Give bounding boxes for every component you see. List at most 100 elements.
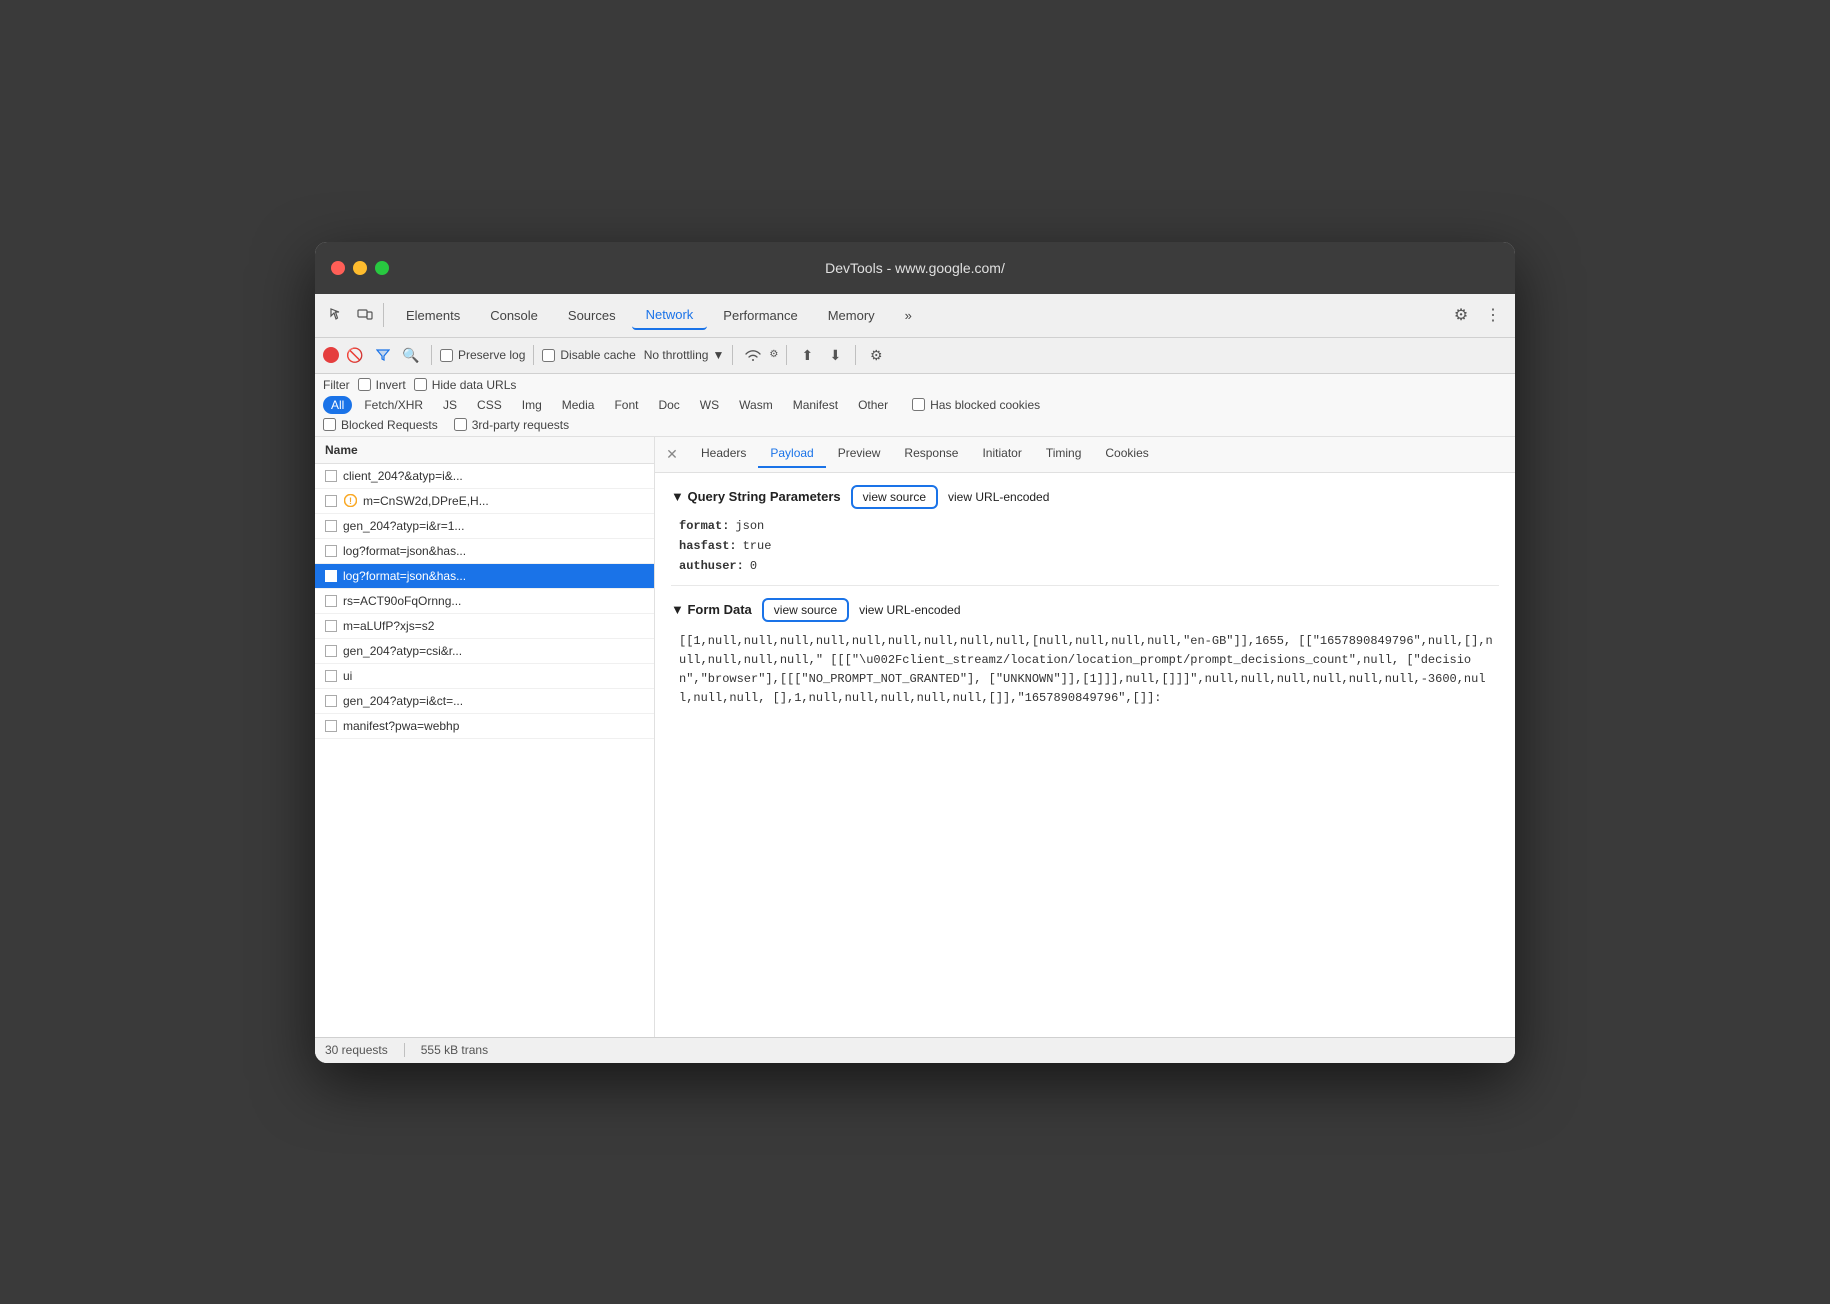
preserve-log-checkbox[interactable]: Preserve log	[440, 348, 525, 362]
record-button[interactable]	[323, 347, 339, 363]
traffic-lights	[331, 261, 389, 275]
filter-row1: Filter Invert Hide data URLs	[323, 378, 1507, 392]
request-item[interactable]: gen_204?atyp=csi&r...	[315, 639, 654, 664]
request-checkbox[interactable]	[325, 495, 337, 507]
query-view-url-encoded[interactable]: view URL-encoded	[948, 490, 1049, 504]
disable-cache-checkbox[interactable]: Disable cache	[542, 348, 635, 362]
minimize-button[interactable]	[353, 261, 367, 275]
filter-bar: Filter Invert Hide data URLs All Fetch/X…	[315, 374, 1515, 437]
details-content: ▼ Query String Parameters view source vi…	[655, 473, 1515, 1037]
device-toggle-icon[interactable]	[351, 301, 379, 329]
devtools-body: Elements Console Sources Network Perform…	[315, 294, 1515, 1063]
request-checkbox[interactable]	[325, 670, 337, 682]
filter-doc[interactable]: Doc	[650, 396, 687, 414]
request-item[interactable]: ui	[315, 664, 654, 689]
close-button[interactable]	[331, 261, 345, 275]
query-view-source-button[interactable]: view source	[851, 485, 938, 509]
element-picker-icon[interactable]	[323, 301, 351, 329]
request-item[interactable]: log?format=json&has...	[315, 539, 654, 564]
request-checkbox[interactable]	[325, 470, 337, 482]
filter-label: Filter	[323, 378, 350, 392]
request-item[interactable]: ! m=CnSW2d,DPreE,H...	[315, 489, 654, 514]
export-icon[interactable]: ⬇	[823, 343, 847, 367]
request-item[interactable]: rs=ACT90oFqOrnng...	[315, 589, 654, 614]
param-format: format: json	[671, 519, 1499, 533]
network-conditions-icon[interactable]: ⚙	[769, 350, 778, 360]
request-item[interactable]: m=aLUfP?xjs=s2	[315, 614, 654, 639]
nav-tabs: Elements Console Sources Network Perform…	[392, 301, 926, 330]
filter-font[interactable]: Font	[606, 396, 646, 414]
filter-type-row: All Fetch/XHR JS CSS Img Media Font Doc …	[323, 396, 1507, 414]
tab-network[interactable]: Network	[632, 301, 708, 330]
window-title: DevTools - www.google.com/	[825, 260, 1005, 276]
param-authuser: authuser: 0	[671, 559, 1499, 573]
filter-media[interactable]: Media	[554, 396, 603, 414]
close-details-button[interactable]: ✕	[663, 445, 681, 463]
requests-header: Name	[315, 437, 654, 464]
filter-css[interactable]: CSS	[469, 396, 510, 414]
filter-manifest[interactable]: Manifest	[785, 396, 846, 414]
tab-payload[interactable]: Payload	[758, 440, 825, 468]
filter-js[interactable]: JS	[435, 396, 465, 414]
filter-icon[interactable]	[371, 343, 395, 367]
hide-data-urls-checkbox[interactable]: Hide data URLs	[414, 378, 517, 392]
clear-icon[interactable]: 🚫	[343, 343, 367, 367]
request-checkbox[interactable]	[325, 620, 337, 632]
tab-console[interactable]: Console	[476, 302, 552, 329]
filter-fetch-xhr[interactable]: Fetch/XHR	[356, 396, 431, 414]
request-checkbox[interactable]	[325, 720, 337, 732]
request-checkbox[interactable]	[325, 570, 337, 582]
requests-list: client_204?&atyp=i&... ! m=CnSW2d,DPreE,…	[315, 464, 654, 1037]
invert-checkbox[interactable]: Invert	[358, 378, 406, 392]
wifi-icon[interactable]	[741, 343, 765, 367]
request-checkbox[interactable]	[325, 645, 337, 657]
filter-img[interactable]: Img	[514, 396, 550, 414]
filter-row3: Blocked Requests 3rd-party requests	[323, 418, 1507, 432]
tab-response[interactable]: Response	[892, 440, 970, 468]
blocked-requests-checkbox[interactable]: Blocked Requests	[323, 418, 438, 432]
search-icon[interactable]: 🔍	[399, 343, 423, 367]
name-col-header: Name	[325, 443, 358, 457]
filter-ws[interactable]: WS	[692, 396, 727, 414]
filter-wasm[interactable]: Wasm	[731, 396, 781, 414]
tab-sources[interactable]: Sources	[554, 302, 630, 329]
request-checkbox[interactable]	[325, 595, 337, 607]
import-icon[interactable]: ⬆	[795, 343, 819, 367]
request-item[interactable]: gen_204?atyp=i&ct=...	[315, 689, 654, 714]
toolbar2-divider-3	[732, 345, 733, 365]
tab-preview[interactable]: Preview	[826, 440, 893, 468]
request-item-selected[interactable]: log?format=json&has...	[315, 564, 654, 589]
tab-elements[interactable]: Elements	[392, 302, 474, 329]
tab-memory[interactable]: Memory	[814, 302, 889, 329]
maximize-button[interactable]	[375, 261, 389, 275]
filter-all[interactable]: All	[323, 396, 352, 414]
tab-cookies[interactable]: Cookies	[1093, 440, 1160, 468]
throttle-dropdown-icon[interactable]: ▼	[712, 348, 724, 362]
devtools-window: DevTools - www.google.com/ Elements Cons…	[315, 242, 1515, 1063]
tab-headers[interactable]: Headers	[689, 440, 758, 468]
top-toolbar: Elements Console Sources Network Perform…	[315, 294, 1515, 338]
query-string-title: ▼ Query String Parameters	[671, 489, 841, 504]
filter-other[interactable]: Other	[850, 396, 896, 414]
toolbar2-divider-5	[855, 345, 856, 365]
toolbar2-divider-4	[786, 345, 787, 365]
tab-more[interactable]: »	[891, 302, 926, 329]
tab-initiator[interactable]: Initiator	[970, 440, 1033, 468]
settings-icon[interactable]: ⚙	[1447, 301, 1475, 329]
settings2-icon[interactable]: ⚙	[864, 343, 888, 367]
request-item[interactable]: manifest?pwa=webhp	[315, 714, 654, 739]
tab-performance[interactable]: Performance	[709, 302, 811, 329]
request-checkbox[interactable]	[325, 520, 337, 532]
toolbar2-divider	[431, 345, 432, 365]
third-party-checkbox[interactable]: 3rd-party requests	[454, 418, 569, 432]
tab-timing[interactable]: Timing	[1034, 440, 1094, 468]
request-checkbox[interactable]	[325, 545, 337, 557]
request-checkbox[interactable]	[325, 695, 337, 707]
request-item[interactable]: gen_204?atyp=i&r=1...	[315, 514, 654, 539]
form-view-source-button[interactable]: view source	[762, 598, 849, 622]
details-panel: ✕ Headers Payload Preview Response Initi…	[655, 437, 1515, 1037]
has-blocked-cookies-checkbox[interactable]: Has blocked cookies	[912, 398, 1040, 412]
more-options-icon[interactable]: ⋮	[1479, 301, 1507, 329]
form-view-url-encoded[interactable]: view URL-encoded	[859, 603, 960, 617]
request-item[interactable]: client_204?&atyp=i&...	[315, 464, 654, 489]
